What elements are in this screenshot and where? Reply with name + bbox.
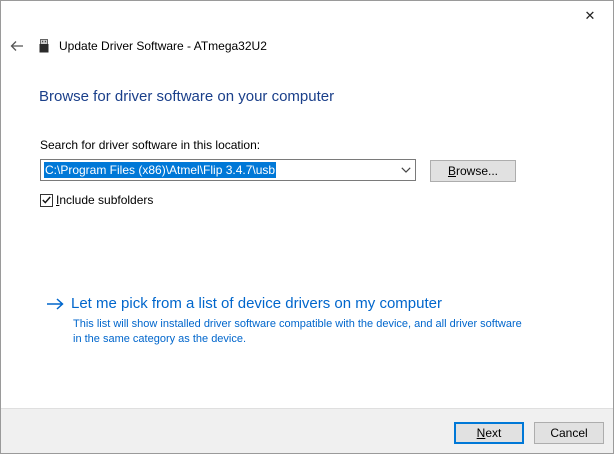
arrow-right-icon: [47, 298, 64, 310]
back-button[interactable]: [7, 33, 27, 59]
chevron-down-icon: [401, 167, 411, 173]
search-location-label: Search for driver software in this locat…: [40, 138, 261, 152]
pick-from-list-option[interactable]: Let me pick from a list of device driver…: [46, 294, 442, 314]
usb-device-icon: [39, 39, 49, 53]
checkmark-icon: [42, 196, 51, 204]
update-driver-window: ✕ Update Driver Software - ATmega32U2 Br…: [0, 0, 614, 454]
cancel-label: Cancel: [550, 426, 588, 440]
browse-label: rowse...: [456, 164, 499, 178]
include-subfolders-row[interactable]: Include subfolders: [40, 192, 153, 208]
next-label-accel: N: [476, 426, 486, 440]
include-subfolders-checkbox[interactable]: [40, 193, 53, 207]
pick-arrow-container: [46, 294, 68, 314]
location-dropdown-button[interactable]: [397, 160, 415, 180]
browse-label-accel: B: [447, 164, 456, 178]
page-heading: Browse for driver software on your compu…: [39, 88, 335, 105]
dialog-title: Update Driver Software - ATmega32U2: [59, 39, 267, 53]
include-subfolders-text: nclude subfolders: [59, 193, 154, 207]
include-subfolders-label: Include subfolders: [56, 192, 153, 208]
next-label: ext: [485, 426, 502, 440]
cancel-button[interactable]: Cancel: [534, 422, 604, 444]
back-arrow-icon: [10, 41, 23, 51]
close-button[interactable]: ✕: [567, 1, 613, 31]
browse-button[interactable]: Browse...: [430, 160, 516, 182]
location-input-value[interactable]: C:\Program Files (x86)\Atmel\Flip 3.4.7\…: [44, 162, 277, 178]
close-icon: ✕: [584, 8, 596, 23]
next-button[interactable]: Next: [454, 422, 524, 444]
pick-from-list-description: This list will show installed driver sof…: [73, 318, 522, 345]
location-combobox[interactable]: C:\Program Files (x86)\Atmel\Flip 3.4.7\…: [40, 159, 416, 181]
pick-from-list-link[interactable]: Let me pick from a list of device driver…: [71, 294, 442, 314]
